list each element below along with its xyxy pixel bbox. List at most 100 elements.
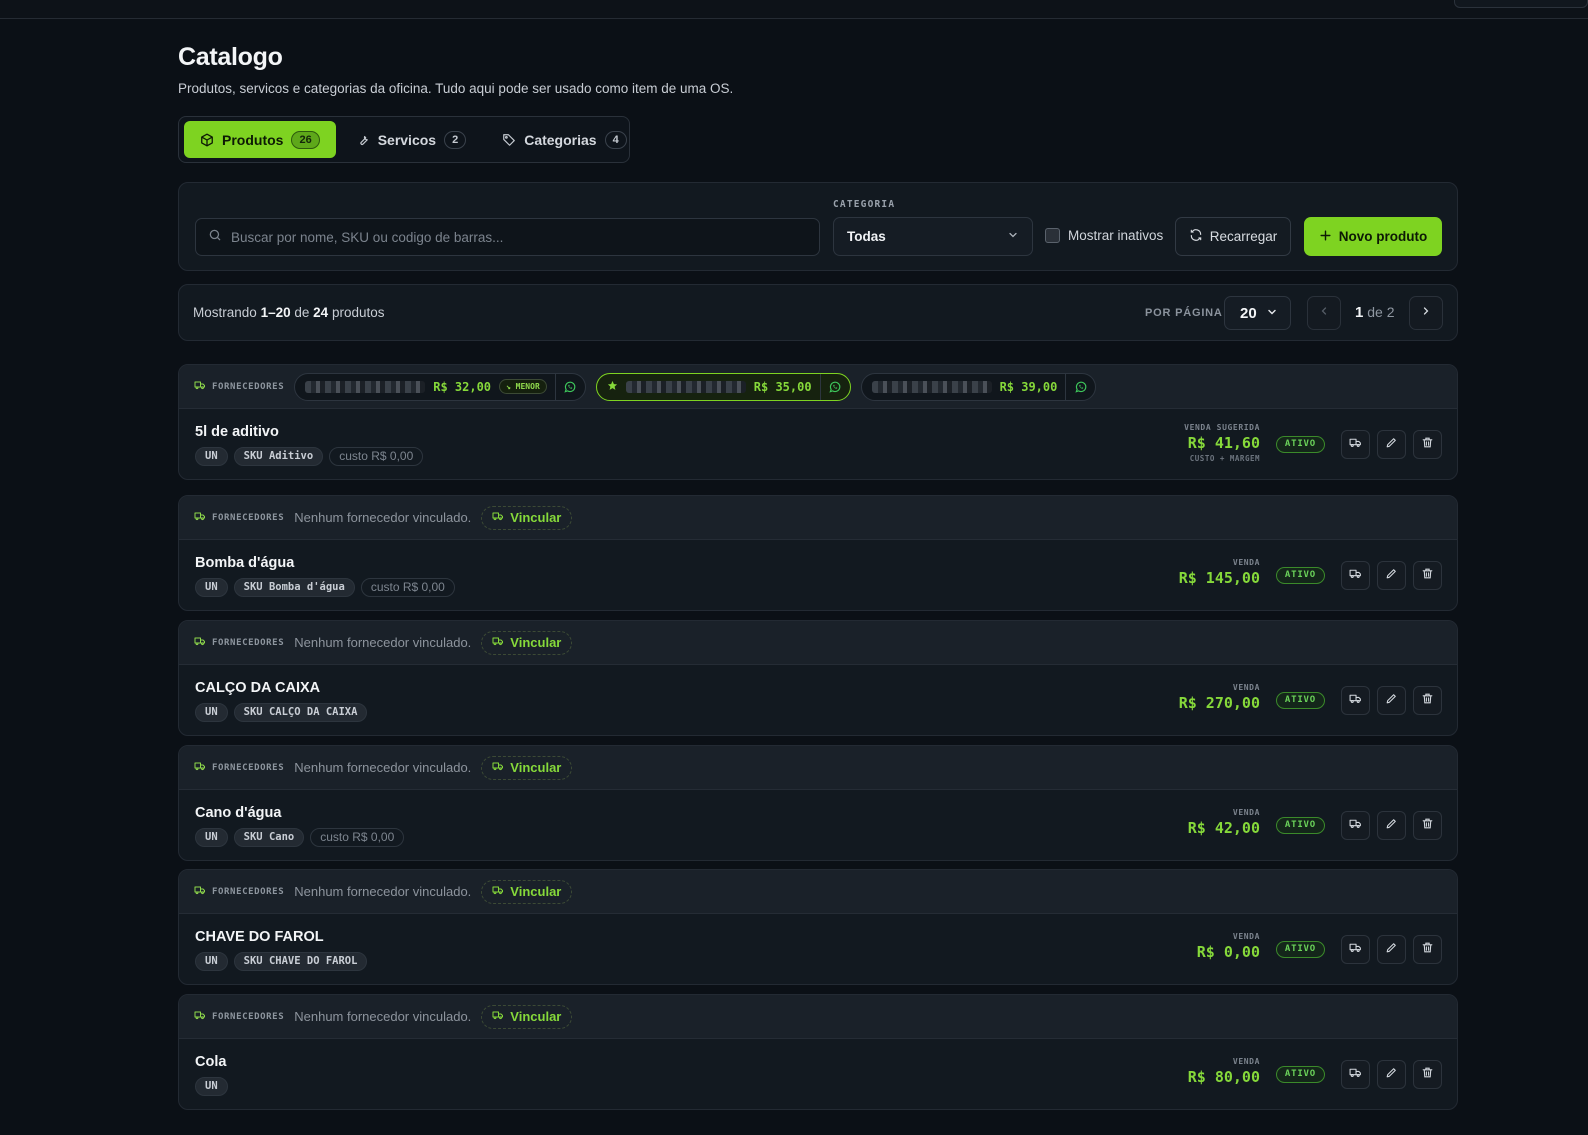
wrench-icon [356, 133, 370, 147]
delete-button[interactable] [1413, 430, 1442, 459]
product-row[interactable]: Cano d'água UN SKU Cano custo R$ 0,00 VEND… [179, 790, 1457, 860]
show-inactive-toggle[interactable]: Mostrar inativos [1045, 228, 1163, 243]
product-tags: UN SKU Cano custo R$ 0,00 [195, 828, 405, 847]
sale-price-block: VENDA R$ 270,00 [1179, 683, 1260, 712]
status-badge: ATIVO [1275, 817, 1325, 834]
product-row[interactable]: 5l de aditivo UN SKU Aditivo custo R$ 0,00… [179, 409, 1457, 479]
product-card: FORNECEDORES Nenhum fornecedor vinculado… [178, 620, 1458, 736]
tab-produtos[interactable]: Produtos 26 [184, 121, 336, 158]
product-row[interactable]: Bomba d'água UN SKU Bomba d'água custo R$ … [179, 540, 1457, 610]
supplier-chip[interactable]: R$ 32,00 ↘ MENOR [294, 372, 586, 401]
sale-label: VENDA [1232, 932, 1260, 941]
delete-button[interactable] [1413, 561, 1442, 590]
unit-badge: UN [195, 578, 228, 597]
row-actions [1341, 561, 1442, 590]
suppliers-button[interactable] [1341, 686, 1370, 715]
show-inactive-checkbox[interactable] [1045, 228, 1060, 243]
link-supplier-button[interactable]: Vincular [481, 630, 573, 655]
product-card: FORNECEDORES Nenhum fornecedor vinculado… [178, 869, 1458, 985]
row-actions [1341, 430, 1442, 459]
suppliers-button[interactable] [1341, 811, 1370, 840]
supplier-chip[interactable]: R$ 35,00 [595, 372, 851, 401]
product-tags: UN [195, 1077, 228, 1096]
edit-button[interactable] [1377, 430, 1406, 459]
sale-label: VENDA [1232, 558, 1260, 567]
search-input[interactable] [231, 229, 811, 245]
product-row[interactable]: CHAVE DO FAROL UN SKU CHAVE DO FAROL VEND… [179, 914, 1457, 984]
whatsapp-icon[interactable] [1065, 373, 1095, 400]
category-label: CATEGORIA [833, 199, 896, 210]
of-word: de [294, 305, 310, 320]
no-supplier-text: Nenhum fornecedor vinculado. [294, 635, 472, 650]
cost-badge: custo R$ 0,00 [310, 828, 405, 847]
trash-icon [1421, 1066, 1434, 1084]
suppliers-button[interactable] [1341, 430, 1370, 459]
page-title: Catalogo [178, 43, 283, 71]
truck-icon [1349, 436, 1362, 454]
sale-price-block: VENDA R$ 42,00 [1188, 808, 1260, 837]
category-select[interactable]: Todas [833, 217, 1033, 256]
supplier-chip[interactable]: R$ 39,00 [860, 372, 1097, 401]
product-row[interactable]: CALÇO DA CAIXA UN SKU CALÇO DA CAIXA VEND… [179, 665, 1457, 735]
edit-button[interactable] [1377, 1060, 1406, 1089]
showing-total: 24 [313, 305, 329, 320]
supplier-price: R$ 35,00 [753, 379, 812, 394]
per-page-label: POR PÁGINA [1145, 307, 1223, 319]
link-supplier-button[interactable]: Vincular [481, 879, 573, 904]
top-bar-control[interactable] [1454, 0, 1588, 8]
delete-button[interactable] [1413, 935, 1442, 964]
next-page-button[interactable] [1409, 296, 1443, 330]
supplier-name-redacted [305, 380, 426, 393]
supplier-price: R$ 32,00 [433, 379, 492, 394]
suppliers-button[interactable] [1341, 561, 1370, 590]
whatsapp-icon[interactable] [819, 373, 850, 400]
whatsapp-icon[interactable] [554, 373, 585, 400]
link-supplier-button[interactable]: Vincular [481, 505, 573, 530]
no-supplier-text: Nenhum fornecedor vinculado. [294, 760, 472, 775]
suppliers-row: FORNECEDORES Nenhum fornecedor vinculado… [179, 995, 1457, 1039]
trash-icon [1421, 567, 1434, 585]
suppliers-label: FORNECEDORES [194, 1009, 284, 1024]
link-supplier-label: Vincular [510, 1009, 562, 1024]
page-of-word: de [1367, 304, 1383, 320]
suppliers-row: FORNECEDORES Nenhum fornecedor vinculado… [179, 496, 1457, 540]
tab-servicos[interactable]: Servicos 2 [340, 121, 483, 158]
suppliers-button[interactable] [1341, 1060, 1370, 1089]
per-page-select[interactable]: 20 [1224, 296, 1291, 330]
pencil-icon [1385, 941, 1398, 959]
prev-page-button[interactable] [1307, 296, 1341, 330]
suppliers-label-text: FORNECEDORES [212, 637, 285, 648]
supplier-name-redacted [625, 380, 746, 393]
edit-button[interactable] [1377, 935, 1406, 964]
unit-badge: UN [195, 447, 228, 466]
product-card: FORNECEDORES Nenhum fornecedor vinculado… [178, 745, 1458, 861]
sale-label: VENDA [1232, 1057, 1260, 1066]
edit-button[interactable] [1377, 811, 1406, 840]
product-row[interactable]: Cola UN VENDA R$ 80,00 ATIVO [179, 1039, 1457, 1109]
tab-count: 2 [444, 130, 467, 149]
product-card: FORNECEDORES Nenhum fornecedor vinculado… [178, 495, 1458, 611]
suppliers-button[interactable] [1341, 935, 1370, 964]
current-page: 1 [1355, 304, 1364, 321]
link-supplier-button[interactable]: Vincular [481, 755, 573, 780]
reload-button[interactable]: Recarregar [1175, 217, 1291, 256]
trash-icon [1421, 941, 1434, 959]
suppliers-label: FORNECEDORES [194, 884, 284, 899]
product-tags: UN SKU CHAVE DO FAROL [195, 952, 368, 971]
truck-icon [194, 510, 206, 525]
status-badge: ATIVO [1275, 436, 1325, 453]
delete-button[interactable] [1413, 811, 1442, 840]
sale-label: VENDA [1232, 808, 1260, 817]
product-card: FORNECEDORES R$ 32,00 ↘ MENOR R$ 35,00 R… [178, 364, 1458, 480]
delete-button[interactable] [1413, 686, 1442, 715]
new-product-button[interactable]: Novo produto [1304, 217, 1442, 256]
tab-categorias[interactable]: Categorias 4 [486, 121, 642, 158]
status-badge: ATIVO [1275, 1066, 1325, 1083]
search-box [195, 218, 820, 256]
delete-button[interactable] [1413, 1060, 1442, 1089]
suppliers-label: FORNECEDORES [194, 760, 284, 775]
edit-button[interactable] [1377, 561, 1406, 590]
edit-button[interactable] [1377, 686, 1406, 715]
chevron-down-icon [1266, 305, 1278, 322]
link-supplier-button[interactable]: Vincular [481, 1004, 573, 1029]
